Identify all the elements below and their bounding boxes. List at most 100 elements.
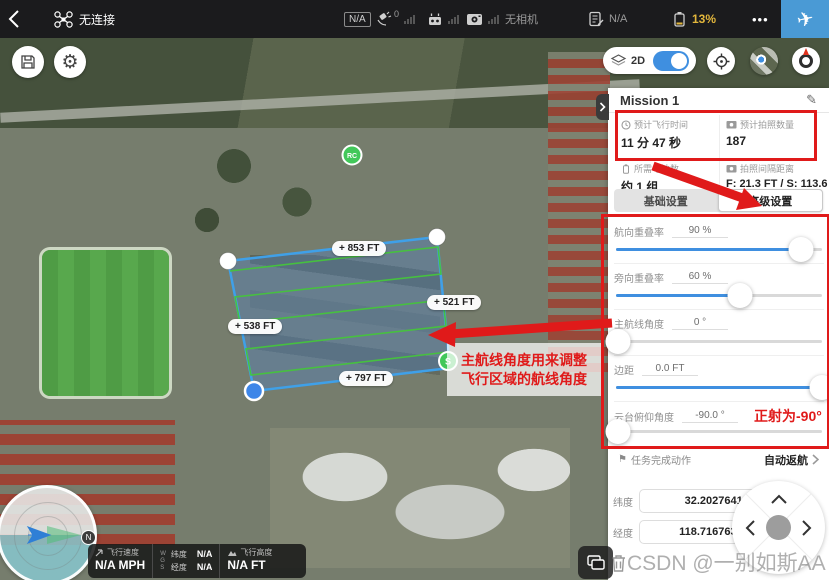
- interval-icon: [726, 164, 737, 173]
- dpad-right-button[interactable]: [802, 520, 812, 536]
- telemetry-speed: 飞行速度 N/A MPH: [88, 544, 152, 578]
- tab-basic-settings[interactable]: 基础设置: [614, 189, 718, 212]
- compass-icon: [797, 52, 815, 70]
- camera-signal-bars: [488, 15, 499, 24]
- slider-knob[interactable]: [789, 237, 814, 262]
- course-angle-value[interactable]: 0 °: [672, 317, 728, 330]
- clock-icon: [621, 120, 631, 130]
- slider-knob[interactable]: [606, 329, 631, 354]
- dpad-left-button[interactable]: [745, 520, 755, 536]
- flight-area-polygon[interactable]: [228, 237, 450, 391]
- edge-length-right: + 521 FT: [427, 295, 481, 310]
- remote-controller-icon: [427, 12, 443, 27]
- map-mode-toggle[interactable]: 2D: [603, 47, 696, 74]
- telemetry-altitude: 飞行高度 N/A FT: [219, 544, 279, 578]
- chevron-right-icon: [812, 454, 819, 465]
- altitude-icon: [227, 549, 237, 557]
- battery-indicator[interactable]: 13%: [672, 0, 716, 38]
- map-2d-toggle[interactable]: [653, 51, 689, 71]
- stat-flight-time: 预计飞行时间 11 分 47 秒: [621, 118, 718, 151]
- photos-stack-icon: [587, 555, 605, 570]
- rc-signal-indicator[interactable]: [427, 0, 459, 38]
- settings-button[interactable]: ⚙: [54, 46, 86, 78]
- takeoff-button[interactable]: ✈: [781, 0, 829, 38]
- side-overlap-label: 旁向重叠率: [614, 270, 664, 285]
- airplane-icon: ✈: [794, 5, 816, 33]
- flight-mode-value: N/A: [344, 12, 371, 27]
- finish-action-label: 任务完成动作: [631, 452, 691, 467]
- camera-icon: [466, 12, 483, 26]
- gimbal-pitch-slider[interactable]: [616, 430, 822, 433]
- watermark: CSDN @一别如斯AA: [610, 547, 829, 577]
- back-button[interactable]: [8, 0, 20, 38]
- dpad-up-button[interactable]: [771, 494, 787, 504]
- side-overlap-slider[interactable]: [616, 294, 822, 297]
- edge-length-top: + 853 FT: [332, 241, 386, 256]
- annotation-map-note: 主航线角度用来调整 飞行区域的航线角度: [447, 343, 601, 396]
- slider-row-course-angle: 主航线角度0 °: [614, 311, 824, 356]
- aircraft-arrow-icon: [26, 525, 52, 545]
- finish-action-value: 自动返航: [764, 452, 808, 468]
- course-angle-slider[interactable]: [616, 340, 822, 343]
- slider-row-course-overlap: 航向重叠率90 %: [614, 219, 824, 264]
- crosshair-icon: [713, 53, 730, 70]
- mission-header: Mission 1 ✎: [608, 88, 829, 113]
- edge-length-left: + 538 FT: [228, 319, 282, 334]
- margin-label: 边距: [614, 362, 634, 377]
- checklist-icon: [588, 11, 604, 27]
- dpad-center-button[interactable]: [766, 515, 791, 540]
- side-overlap-value[interactable]: 60 %: [672, 271, 728, 284]
- connection-status-label: 无连接: [79, 11, 115, 28]
- map-mode-label: 2D: [631, 55, 645, 67]
- gear-icon: ⚙: [61, 53, 78, 72]
- mission-title: Mission 1: [620, 93, 679, 108]
- layers-icon: [610, 54, 627, 68]
- camera-status-label: 无相机: [505, 11, 538, 27]
- rc-signal-bars: [448, 15, 459, 24]
- aircraft-status[interactable]: 无连接: [54, 0, 115, 38]
- flag-icon: ⚑: [618, 454, 627, 465]
- telemetry-bar: 飞行速度 N/A MPH WGS 纬度N/A 经度N/A 飞行高度 N/A FT: [88, 544, 306, 578]
- more-menu-button[interactable]: •••: [752, 0, 769, 38]
- compass-reset-button[interactable]: [792, 47, 820, 75]
- gps-indicator[interactable]: 0: [376, 0, 415, 38]
- locate-button[interactable]: [707, 47, 735, 75]
- stat-photo-interval: 拍照间隔距离 F: 21.3 FT / S: 113.6 FT: [726, 162, 823, 190]
- speed-arrow-icon: [95, 548, 104, 557]
- satellite-icon: [376, 11, 392, 27]
- media-stack-button[interactable]: [578, 546, 613, 579]
- edit-mission-button[interactable]: ✎: [806, 92, 817, 108]
- camera-indicator[interactable]: 无相机: [466, 0, 538, 38]
- telemetry-position: WGS 纬度N/A 经度N/A: [152, 544, 219, 578]
- battery-percent: 13%: [692, 12, 716, 26]
- battery-small-icon: [621, 164, 631, 174]
- app-screen: S RC + 853 FT + 521 FT + 538 FT + 797 FT…: [0, 0, 829, 580]
- area-handle-topleft[interactable]: [220, 253, 237, 270]
- slider-knob[interactable]: [727, 283, 752, 308]
- gps-signal-bars: [404, 15, 415, 24]
- gimbal-pitch-value[interactable]: -90.0 °: [682, 410, 738, 423]
- flight-mode-indicator[interactable]: N/A: [344, 0, 371, 38]
- margin-value[interactable]: 0.0 FT: [642, 363, 698, 376]
- tab-advanced-settings[interactable]: 高级设置: [718, 189, 824, 212]
- minimap-button[interactable]: [750, 47, 778, 75]
- longitude-label: 经度: [613, 525, 633, 540]
- area-handle-selected[interactable]: [245, 382, 263, 400]
- margin-slider[interactable]: [616, 386, 822, 389]
- course-overlap-value[interactable]: 90 %: [672, 225, 728, 238]
- checklist-indicator[interactable]: N/A: [588, 0, 627, 38]
- slider-knob[interactable]: [606, 419, 631, 444]
- save-mission-button[interactable]: [12, 46, 44, 78]
- panel-collapse-handle[interactable]: [596, 94, 609, 120]
- slider-knob[interactable]: [810, 375, 829, 400]
- course-overlap-slider[interactable]: [616, 248, 822, 251]
- edge-length-bottom: + 797 FT: [339, 371, 393, 386]
- photo-icon: [726, 120, 737, 129]
- compass-north-badge: N: [81, 530, 96, 545]
- slider-row-gimbal-pitch: 云台俯仰角度-90.0 °正射为-90°: [614, 401, 824, 445]
- gps-count: 0: [394, 9, 399, 19]
- area-handle-topright[interactable]: [429, 229, 446, 246]
- chevron-right-icon: [599, 102, 606, 112]
- finish-action-row[interactable]: ⚑ 任务完成动作 自动返航: [608, 446, 829, 472]
- gimbal-annotation-note: 正射为-90°: [754, 406, 822, 426]
